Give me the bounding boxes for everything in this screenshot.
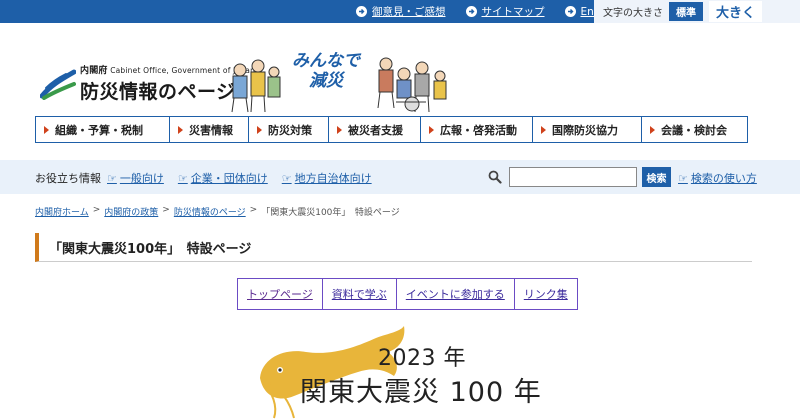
helpful-info-bar: お役立ち情報 ☞ 一般向け ☞ 企業・団体向け ☞ 地方自治体向け 検索 ☞ 検索の使い… <box>0 160 800 194</box>
local-government-link[interactable]: ☞ 地方自治体向け <box>282 170 372 186</box>
arrow-right-icon <box>564 6 576 17</box>
nav-item-label: 広報・啓発活動 <box>440 123 517 137</box>
search-button[interactable]: 検索 <box>642 167 671 187</box>
triangle-right-icon <box>44 125 49 134</box>
main-navigation: 組織・予算・税制 災害情報 防災対策 被災者支援 広報・啓発活動 国際防災協力 … <box>35 116 748 143</box>
nav-item-label: 防災対策 <box>268 123 312 137</box>
triangle-right-icon <box>650 125 655 134</box>
general-public-link[interactable]: ☞ 一般向け <box>107 170 164 186</box>
sub-navigation: トップページ 資料で学ぶ イベントに参加する リンク集 <box>237 278 578 310</box>
site-logo[interactable]: 内閣府 Cabinet Office, Government of Japan … <box>40 63 255 104</box>
nav-item-organization[interactable]: 組織・予算・税制 <box>36 117 170 142</box>
pointing-hand-icon: ☞ <box>177 171 188 185</box>
nav-item-label: 国際防災協力 <box>552 123 618 137</box>
sitemap-link[interactable]: サイトマップ <box>465 4 545 19</box>
business-link[interactable]: ☞ 企業・団体向け <box>178 170 268 186</box>
font-size-label: 文字の大きさ <box>603 8 663 19</box>
search-help-label: 検索の使い方 <box>690 172 757 185</box>
kanto-earthquake-banner: 2023 年 関東大震災 100 年 <box>254 318 544 420</box>
triangle-right-icon <box>178 125 183 134</box>
nav-item-label: 会議・検討会 <box>661 123 727 137</box>
tab-join-events[interactable]: イベントに参加する <box>397 279 515 309</box>
logo-org: 内閣府 <box>80 66 108 76</box>
business-label: 企業・団体向け <box>190 172 268 185</box>
search-input[interactable] <box>509 167 637 187</box>
font-size-switcher: 文字の大きさ 標準 大きく <box>594 0 800 23</box>
nav-item-meetings[interactable]: 会議・検討会 <box>642 117 747 142</box>
banner-title: 関東大震災 100 年 <box>300 377 542 408</box>
sitemap-link-label: サイトマップ <box>481 6 545 18</box>
pointing-hand-icon: ☞ <box>678 171 688 185</box>
utility-bar: 御意見・ご感想 サイトマップ English 文字の大きさ 標準 大きく <box>0 0 800 23</box>
arrow-right-icon <box>356 6 367 17</box>
local-government-label: 地方自治体向け <box>294 172 372 185</box>
general-public-label: 一般向け <box>119 172 164 185</box>
triangle-right-icon <box>429 125 434 134</box>
nav-item-label: 組織・予算・税制 <box>55 123 143 137</box>
triangle-right-icon <box>337 125 342 134</box>
nav-item-international[interactable]: 国際防災協力 <box>533 117 642 142</box>
tab-learn-materials[interactable]: 資料で学ぶ <box>323 279 397 309</box>
font-size-large-button[interactable]: 大きく <box>709 1 763 22</box>
page-title: 「関東大震災100年」 特設ページ <box>35 233 752 262</box>
slogan: みんなで 減災 <box>292 51 360 91</box>
breadcrumb-policy[interactable]: 内閣府の政策 <box>104 205 158 218</box>
site-header: 内閣府 Cabinet Office, Government of Japan … <box>0 23 800 115</box>
triangle-right-icon <box>541 125 546 134</box>
breadcrumb-separator: > <box>162 205 170 215</box>
nav-item-disaster-info[interactable]: 災害情報 <box>170 117 249 142</box>
slogan-line1: みんなで <box>292 51 360 71</box>
feedback-link[interactable]: 御意見・ご感想 <box>356 4 446 19</box>
breadcrumb-home[interactable]: 内閣府ホーム <box>35 205 89 218</box>
pointing-hand-icon: ☞ <box>281 171 292 185</box>
search-icon <box>488 170 502 184</box>
nav-item-prevention[interactable]: 防災対策 <box>249 117 329 142</box>
nav-item-label: 被災者支援 <box>348 123 403 137</box>
cabinet-office-logo-icon <box>40 69 76 100</box>
helpful-info-title: お役立ち情報 <box>35 172 101 185</box>
tab-links[interactable]: リンク集 <box>515 279 577 309</box>
pointing-hand-icon: ☞ <box>107 171 117 185</box>
nav-item-label: 災害情報 <box>189 123 233 137</box>
slogan-line2: 減災 <box>309 71 343 91</box>
triangle-right-icon <box>257 125 262 134</box>
breadcrumb-bousai[interactable]: 防災情報のページ <box>174 205 246 218</box>
arrow-right-icon <box>465 6 477 17</box>
nav-item-public-relations[interactable]: 広報・啓発活動 <box>421 117 533 142</box>
breadcrumb-current: 「関東大震災100年」 特設ページ <box>261 208 400 218</box>
helpful-info-links: ☞ 一般向け ☞ 企業・団体向け ☞ 地方自治体向け <box>107 170 372 186</box>
tab-top-page[interactable]: トップページ <box>238 279 323 309</box>
feedback-link-label: 御意見・ご感想 <box>372 6 446 18</box>
font-size-standard-button[interactable]: 標準 <box>669 2 703 21</box>
breadcrumb-separator: > <box>92 205 101 215</box>
banner-year: 2023 年 <box>378 346 466 371</box>
breadcrumb-separator: > <box>249 205 258 215</box>
utility-links: 御意見・ご感想 サイトマップ English <box>356 4 618 19</box>
breadcrumb: 内閣府ホーム > 内閣府の政策 > 防災情報のページ > 「関東大震災100年」… <box>35 205 400 218</box>
search-help-link[interactable]: ☞ 検索の使い方 <box>678 170 757 186</box>
nav-item-victim-support[interactable]: 被災者支援 <box>329 117 421 142</box>
